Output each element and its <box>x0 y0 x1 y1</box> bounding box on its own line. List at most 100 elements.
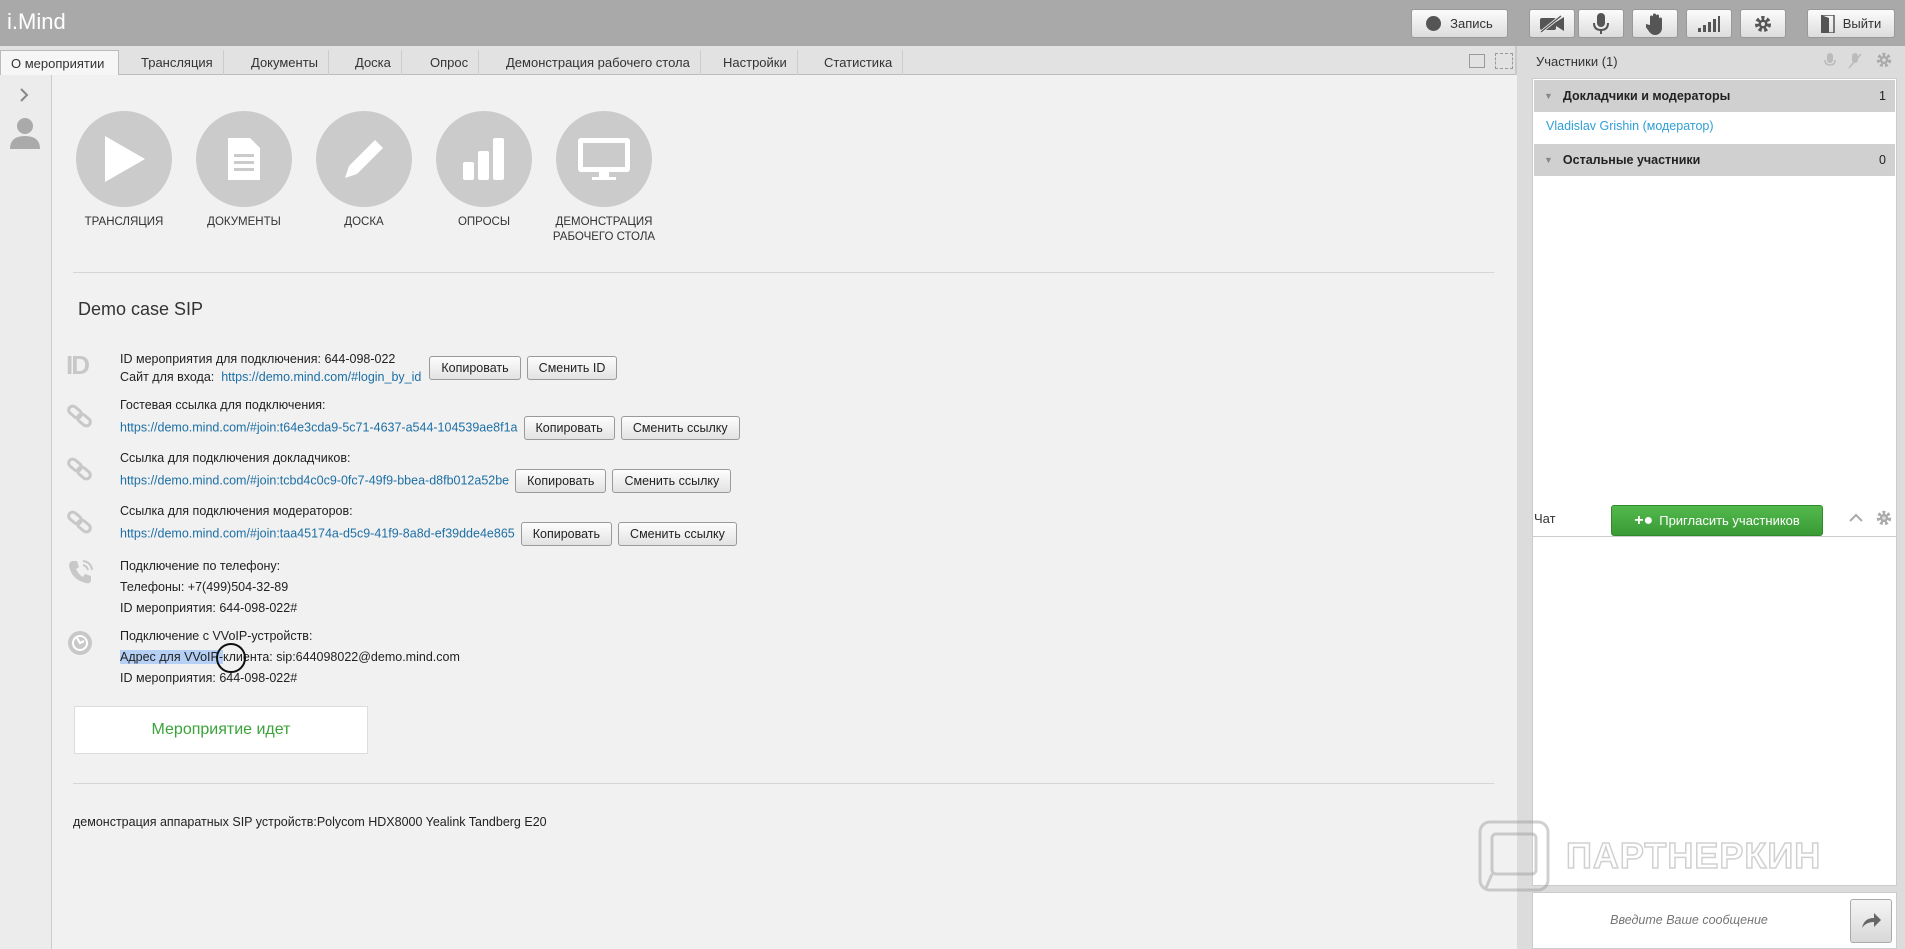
change-id-button[interactable]: Сменить ID <box>526 356 618 380</box>
watermark: ПАРТНЕРКИН <box>1478 820 1821 892</box>
feature-polls[interactable]: ОПРОСЫ <box>424 111 544 230</box>
phone-event-id: ID мероприятия: 644-098-022# <box>120 601 298 615</box>
tab-documents[interactable]: Документы <box>241 50 330 75</box>
tab-screen-share[interactable]: Демонстрация рабочего стола <box>496 50 701 75</box>
add-user-icon: +● <box>1634 511 1654 529</box>
event-description: демонстрация аппаратных SIP устройств:Po… <box>73 815 547 829</box>
document-icon <box>228 138 260 180</box>
moderators-link-label: Ссылка для подключения модераторов: <box>120 504 353 518</box>
exit-button[interactable]: Выйти <box>1807 9 1895 38</box>
window-mode-icon[interactable] <box>1469 54 1485 68</box>
gear-icon[interactable] <box>1875 51 1893 69</box>
tab-label: Настройки <box>723 55 787 70</box>
copy-id-button[interactable]: Копировать <box>429 356 521 380</box>
voip-event-id: ID мероприятия: 644-098-022# <box>120 671 298 685</box>
bars-icon <box>463 138 504 180</box>
participants-list: ▼ Докладчики и модераторы 1 Vladislav Gr… <box>1532 78 1897 544</box>
feature-label: ОПРОСЫ <box>457 216 511 228</box>
tab-settings[interactable]: Настройки <box>713 50 798 75</box>
chevron-right-icon[interactable] <box>19 87 29 103</box>
copy-speakers-link-button[interactable]: Копировать <box>515 469 607 493</box>
play-icon <box>105 136 145 182</box>
phone-numbers: Телефоны: +7(499)504-32-89 <box>120 580 289 594</box>
gear-icon <box>1755 15 1771 32</box>
change-guest-link-button[interactable]: Сменить ссылку <box>620 416 740 440</box>
monitor-icon <box>578 138 630 180</box>
record-label: Запись <box>1450 16 1493 31</box>
group-count: 1 <box>1879 89 1886 103</box>
phone-label: Подключение по телефону: <box>120 559 281 573</box>
speakers-link-label: Ссылка для подключения докладчиков: <box>120 451 351 465</box>
record-button[interactable]: Запись <box>1411 9 1508 38</box>
copy-guest-link-button[interactable]: Копировать <box>523 416 615 440</box>
signal-bars-icon <box>1698 15 1720 32</box>
change-speakers-link-button[interactable]: Сменить ссылку <box>612 469 732 493</box>
participant-item[interactable]: Vladislav Grishin (модератор) <box>1546 119 1714 133</box>
cursor-indicator <box>216 643 246 673</box>
speakers-link[interactable]: https://demo.mind.com/#join:tcbd4c0c9-0f… <box>120 473 509 487</box>
tab-about[interactable]: О мероприятии <box>0 50 119 76</box>
chevron-up-icon[interactable] <box>1848 513 1864 523</box>
group-speakers-moderators[interactable]: ▼ Докладчики и модераторы 1 <box>1534 80 1895 112</box>
microphone-icon <box>1593 12 1609 34</box>
change-moderators-link-button[interactable]: Сменить ссылку <box>618 522 737 546</box>
chat-title: Чат <box>1534 511 1556 526</box>
feature-label: ТРАНСЛЯЦИЯ <box>84 216 164 228</box>
microphone-button[interactable] <box>1578 9 1624 38</box>
guest-link[interactable]: https://demo.mind.com/#join:t64e3cda9-5c… <box>120 420 518 434</box>
invite-participants-button[interactable]: +● Пригласить участников <box>1611 505 1823 536</box>
gear-icon[interactable] <box>1875 509 1893 527</box>
group-count: 0 <box>1879 153 1886 167</box>
voip-address-selected: Адрес для VVoIP- <box>120 650 223 664</box>
voip-label: Подключение с VVoIP-устройств: <box>120 629 313 643</box>
tab-label: Демонстрация рабочего стола <box>506 55 690 70</box>
tab-label: О мероприятии <box>11 56 105 71</box>
hand-icon <box>1646 13 1662 35</box>
guest-link-block: Гостевая ссылка для подключения: https:/… <box>120 396 740 440</box>
feature-label: ДЕМОНСТРАЦИЯ РАБОЧЕГО СТОЛА <box>552 216 656 243</box>
copy-moderators-link-button[interactable]: Копировать <box>520 522 613 546</box>
link-icon <box>67 404 92 428</box>
feature-screen-share[interactable]: ДЕМОНСТРАЦИЯ РАБОЧЕГО СТОЛА <box>544 111 664 245</box>
tab-label: Документы <box>251 55 319 70</box>
settings-button[interactable] <box>1740 9 1786 38</box>
tab-statistics[interactable]: Статистика <box>814 50 904 75</box>
mute-all-icon[interactable] <box>1848 53 1862 69</box>
link-icon <box>67 510 92 534</box>
tab-board[interactable]: Доска <box>345 50 402 75</box>
tab-broadcast[interactable]: Трансляция <box>131 50 224 75</box>
chat-input[interactable] <box>1539 907 1839 933</box>
divider <box>73 272 1494 273</box>
group-name: Остальные участники <box>1562 153 1701 167</box>
group-other-participants[interactable]: ▼ Остальные участники 0 <box>1534 144 1895 176</box>
tab-bar: О мероприятии Трансляция Документы Доска… <box>0 46 1515 76</box>
moderators-link[interactable]: https://demo.mind.com/#join:taa45174a-d5… <box>120 526 515 540</box>
site-link[interactable]: https://demo.mind.com/#login_by_id <box>221 370 421 384</box>
voip-address-rest: клиента: sip:644098022@demo.mind.com <box>223 650 460 664</box>
feature-label: ДОСКА <box>344 216 384 228</box>
send-button[interactable] <box>1850 899 1892 943</box>
guest-link-label: Гостевая ссылка для подключения: <box>120 398 326 412</box>
feature-documents[interactable]: ДОКУМЕНТЫ <box>184 111 304 230</box>
event-status-box: Мероприятие идет <box>74 706 368 754</box>
fullscreen-icon[interactable] <box>1495 53 1513 69</box>
app-title: i.Mind <box>7 9 66 34</box>
id-icon: ID <box>66 350 90 380</box>
camera-off-icon <box>1540 14 1564 33</box>
microphone-icon[interactable] <box>1824 53 1836 69</box>
connection-quality-button[interactable] <box>1686 9 1732 38</box>
tab-poll[interactable]: Опрос <box>420 50 480 75</box>
camera-off-button[interactable] <box>1529 9 1575 38</box>
feature-broadcast[interactable]: ТРАНСЛЯЦИЯ <box>64 111 184 230</box>
feature-circle <box>76 111 172 207</box>
main-content: ТРАНСЛЯЦИЯ ДОКУМЕНТЫ ДОСКА ОПРОСЫ ДЕМОНС… <box>52 75 1517 949</box>
pencil-icon <box>345 140 383 178</box>
chat-input-area <box>1532 892 1897 949</box>
user-icon[interactable] <box>8 116 42 150</box>
feature-circle <box>436 111 532 207</box>
participants-title: Участники (1) <box>1536 54 1618 69</box>
left-rail <box>0 75 52 949</box>
feature-board[interactable]: ДОСКА <box>304 111 424 230</box>
raise-hand-button[interactable] <box>1632 9 1678 38</box>
chevron-down-icon: ▼ <box>1544 155 1553 165</box>
